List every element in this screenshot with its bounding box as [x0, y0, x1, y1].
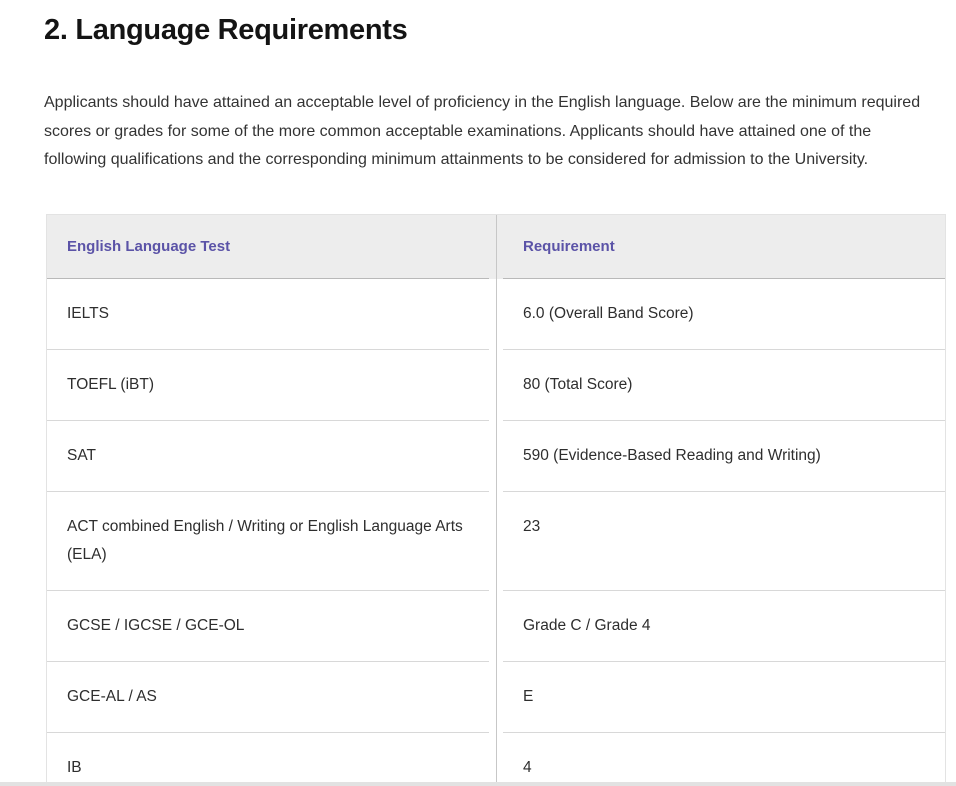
test-name-cell: IB	[47, 733, 489, 786]
table-row-gcse: GCSE / IGCSE / GCE-OL Grade C / Grade 4	[47, 591, 945, 662]
page-content: 2. Language Requirements Applicants shou…	[0, 0, 956, 786]
requirement-cell: 23	[503, 492, 945, 591]
table-row-sat: SAT 590 (Evidence-Based Reading and Writ…	[47, 421, 945, 492]
requirement-cell: E	[503, 662, 945, 733]
table-header-row: English Language Test Requirement	[47, 215, 945, 279]
requirement-cell: 4	[503, 733, 945, 786]
requirement-cell: Grade C / Grade 4	[503, 591, 945, 662]
table-row-ib: IB 4	[47, 733, 945, 786]
language-requirements-table: English Language Test Requirement IELTS …	[46, 214, 946, 786]
page-title: 2. Language Requirements	[44, 14, 930, 47]
test-name-cell: IELTS	[47, 279, 489, 350]
table-row-toefl: TOEFL (iBT) 80 (Total Score)	[47, 350, 945, 421]
table-row-gce-al: GCE-AL / AS E	[47, 662, 945, 733]
viewport-bottom-edge	[0, 782, 956, 786]
table-row-ielts: IELTS 6.0 (Overall Band Score)	[47, 279, 945, 350]
requirement-cell: 6.0 (Overall Band Score)	[503, 279, 945, 350]
test-name-cell: TOEFL (iBT)	[47, 350, 489, 421]
test-name-cell: GCE-AL / AS	[47, 662, 489, 733]
test-name-cell: ACT combined English / Writing or Englis…	[47, 492, 489, 591]
column-header-requirement: Requirement	[503, 215, 945, 279]
table-row-act: ACT combined English / Writing or Englis…	[47, 492, 945, 591]
requirement-cell: 590 (Evidence-Based Reading and Writing)	[503, 421, 945, 492]
requirement-cell: 80 (Total Score)	[503, 350, 945, 421]
intro-paragraph: Applicants should have attained an accep…	[44, 89, 930, 175]
test-name-cell: GCSE / IGCSE / GCE-OL	[47, 591, 489, 662]
column-header-english-language-test: English Language Test	[47, 215, 489, 279]
test-name-cell: SAT	[47, 421, 489, 492]
